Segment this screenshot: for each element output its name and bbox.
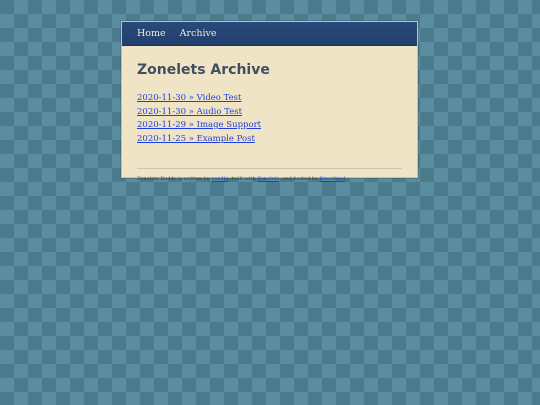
archive-list: 2020-11-30 » Video Test 2020-11-30 » Aud… — [137, 90, 402, 144]
page-title: Zonelets Archive — [137, 62, 270, 78]
list-item: 2020-11-25 » Example Post — [137, 131, 402, 145]
list-item: 2020-11-30 » Audio Test — [137, 104, 402, 118]
footer-text: , and hosted by — [279, 176, 320, 182]
top-nav: Home Archive — [122, 22, 417, 46]
archive-post-link[interactable]: 2020-11-30 » Audio Test — [137, 107, 242, 117]
list-item: 2020-11-30 » Video Test — [137, 90, 402, 104]
nav-archive-link[interactable]: Archive — [180, 28, 217, 39]
archive-post-link[interactable]: 2020-11-29 » Image Support — [137, 120, 261, 130]
footer-text: , built with — [228, 176, 258, 182]
archive-post-link[interactable]: 2020-11-25 » Example Post — [137, 134, 255, 144]
footer-text: Zonelets Buddy is written by — [137, 176, 212, 182]
footer-author-link[interactable]: candle — [212, 176, 229, 182]
list-item: 2020-11-29 » Image Support — [137, 117, 402, 131]
footer-zonelets-link[interactable]: Zonelets — [257, 176, 279, 182]
site-footer: Zonelets Buddy is written by candle, bui… — [137, 176, 402, 182]
nav-home-link[interactable]: Home — [137, 28, 166, 39]
archive-post-link[interactable]: 2020-11-30 » Video Test — [137, 93, 241, 103]
page-container: Home Archive Zonelets Archive 2020-11-30… — [121, 21, 418, 182]
main-content: Zonelets Archive 2020-11-30 » Video Test… — [122, 46, 417, 182]
footer-divider — [137, 168, 402, 169]
footer-neocities-link[interactable]: Neocities! — [320, 176, 346, 182]
